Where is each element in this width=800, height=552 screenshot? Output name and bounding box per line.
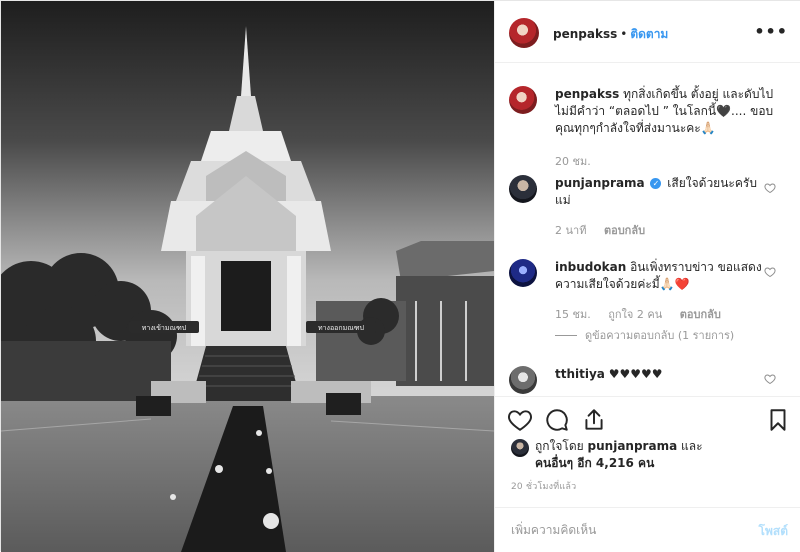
verified-badge-icon: ✓ bbox=[650, 178, 662, 189]
post-comment-button[interactable]: โพสต์ bbox=[759, 522, 788, 541]
comment-like-heart-icon[interactable] bbox=[764, 182, 776, 194]
comment-like-heart-icon[interactable] bbox=[764, 266, 776, 278]
comment-meta: 2 นาที ตอบกลับ bbox=[555, 221, 659, 239]
comment-bubble-icon[interactable] bbox=[544, 407, 570, 433]
instagram-post-modal: ทางเข้ามณฑป ทางออกมณฑป penpakss • ติดตาม •… bbox=[0, 0, 800, 552]
comment-body: inbudokan อินเพิ่งทราบข่าว ขอแสดงความเสี… bbox=[555, 259, 763, 293]
follow-button[interactable]: ติดตาม bbox=[630, 27, 668, 41]
comment-username[interactable]: punjanprama bbox=[555, 176, 645, 190]
separator-dot: • bbox=[620, 27, 628, 41]
comment-username[interactable]: tthitiya bbox=[555, 367, 605, 381]
comment-username[interactable]: inbudokan bbox=[555, 260, 626, 274]
caption-body: penpakss ทุกสิ่งเกิดขึ้น ตั้งอยู่ และดับ… bbox=[555, 86, 775, 137]
comment-like-heart-icon[interactable] bbox=[764, 373, 776, 385]
comment-text: ♥♥♥♥♥ bbox=[608, 367, 663, 381]
comment-avatar[interactable] bbox=[509, 366, 537, 394]
post-sidebar: penpakss • ติดตาม ••• penpakss ทุกสิ่งเกิด… bbox=[494, 1, 800, 552]
view-replies-text: ดูข้อความตอบกลับ (1 รายการ) bbox=[585, 329, 735, 342]
more-options-icon[interactable]: ••• bbox=[754, 22, 788, 41]
likes-prefix: ถูกใจโดย bbox=[535, 439, 584, 453]
add-comment-input[interactable] bbox=[511, 520, 741, 540]
comment-body: tthitiya ♥♥♥♥♥ bbox=[555, 366, 763, 383]
post-header: penpakss • ติดตาม ••• bbox=[495, 1, 800, 63]
likes-and: และ bbox=[681, 439, 703, 453]
liker-username[interactable]: punjanprama bbox=[588, 439, 678, 453]
comment-avatar[interactable] bbox=[509, 175, 537, 203]
caption-meta: 20 ชม. bbox=[555, 152, 605, 170]
comment-time[interactable]: 2 นาที bbox=[555, 224, 586, 237]
caption-avatar[interactable] bbox=[509, 86, 537, 114]
comment-body: punjanprama ✓ เสียใจด้วยนะครับแม่ bbox=[555, 175, 763, 209]
reply-button[interactable]: ตอบกลับ bbox=[680, 308, 721, 321]
likes-text: ถูกใจโดย punjanprama และ คนอื่นๆ อีก 4,2… bbox=[535, 438, 775, 472]
sign-right-text: ทางออกมณฑป bbox=[318, 324, 365, 332]
post-photo[interactable]: ทางเข้ามณฑป ทางออกมณฑป bbox=[1, 1, 494, 552]
save-bookmark-icon[interactable] bbox=[765, 407, 791, 433]
temple-photo-illustration: ทางเข้ามณฑป ทางออกมณฑป bbox=[1, 1, 494, 552]
post-timestamp[interactable]: 20 ชั่วโมงที่แล้ว bbox=[511, 479, 576, 493]
view-replies-line bbox=[555, 335, 577, 336]
comments-list[interactable]: penpakss ทุกสิ่งเกิดขึ้น ตั้งอยู่ และดับ… bbox=[495, 64, 800, 394]
comment-avatar[interactable] bbox=[509, 259, 537, 287]
header-line: penpakss • ติดตาม bbox=[553, 25, 668, 44]
comment-time[interactable]: 15 ชม. bbox=[555, 308, 591, 321]
likes-summary: ถูกใจโดย punjanprama และ คนอื่นๆ อีก 4,2… bbox=[495, 435, 800, 475]
liker-avatar[interactable] bbox=[511, 439, 529, 457]
caption-time[interactable]: 20 ชม. bbox=[555, 155, 591, 168]
reply-button[interactable]: ตอบกลับ bbox=[604, 224, 645, 237]
like-heart-icon[interactable] bbox=[507, 407, 533, 433]
share-icon[interactable] bbox=[581, 407, 607, 433]
view-replies-button[interactable]: ดูข้อความตอบกลับ (1 รายการ) bbox=[555, 326, 734, 344]
comment-composer: โพสต์ bbox=[495, 507, 800, 552]
likes-others-link[interactable]: คนอื่นๆ อีก 4,216 คน bbox=[535, 456, 654, 470]
owner-username[interactable]: penpakss bbox=[553, 27, 617, 41]
caption-username[interactable]: penpakss bbox=[555, 87, 619, 101]
comment-likes[interactable]: ถูกใจ 2 คน bbox=[608, 308, 662, 321]
owner-avatar[interactable] bbox=[509, 18, 539, 48]
sign-left-text: ทางเข้ามณฑป bbox=[142, 324, 187, 332]
comment-meta: 15 ชม. ถูกใจ 2 คน ตอบกลับ bbox=[555, 305, 735, 323]
